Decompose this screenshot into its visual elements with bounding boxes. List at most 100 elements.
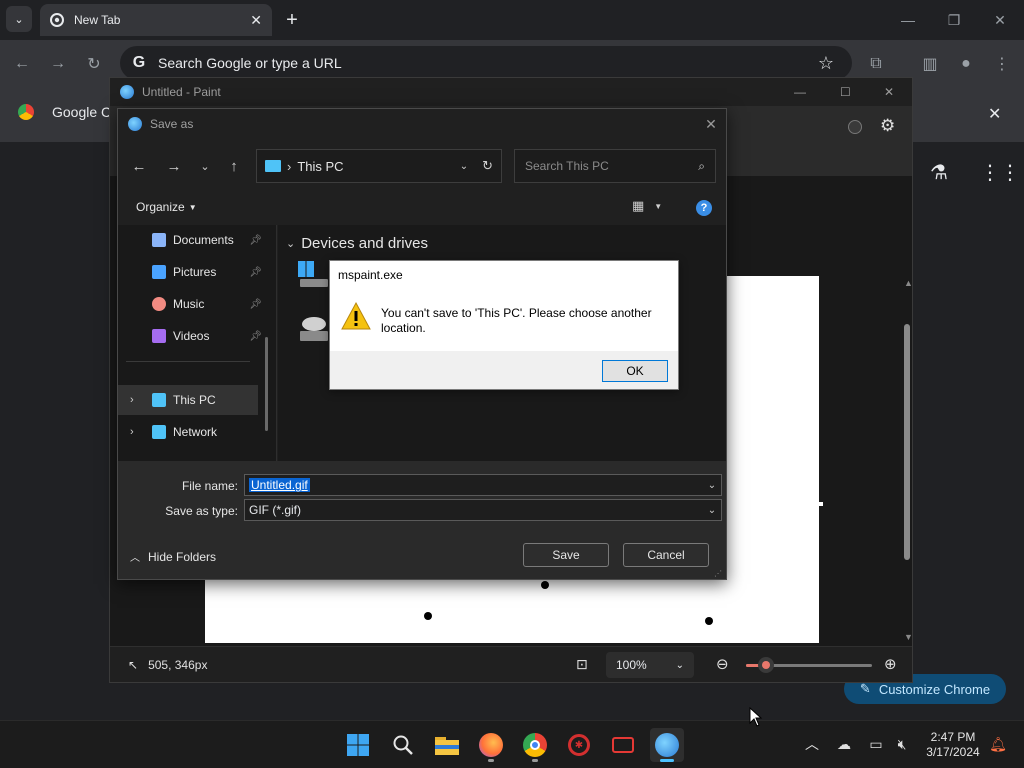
volume-muted-icon[interactable]: 🔇︎ [892, 734, 912, 754]
dvd-drive-icon[interactable] [298, 317, 328, 343]
hide-folders-button[interactable]: ︿ Hide Folders [130, 549, 217, 565]
minimize-icon[interactable]: — [898, 10, 918, 30]
tab-close-icon[interactable]: ✕ [250, 12, 262, 29]
chevron-right-icon[interactable]: › [130, 426, 134, 438]
documents-icon [152, 233, 166, 247]
hide-folders-label: Hide Folders [148, 549, 217, 564]
tray-overflow-icon[interactable]: ︿ [802, 734, 822, 754]
pane-divider[interactable] [276, 225, 277, 461]
nav-item-music[interactable]: Music 📌︎ [118, 289, 268, 319]
chevron-down-icon[interactable]: ⌄ [703, 480, 721, 491]
restore-icon[interactable]: ❐ [944, 10, 964, 30]
zoom-out-icon[interactable]: ⊖ [716, 655, 729, 673]
ok-button[interactable]: OK [602, 360, 668, 382]
scroll-down-icon[interactable]: ▼ [904, 632, 913, 642]
chevron-down-icon: ⌄ [707, 504, 717, 516]
chrome-menu-icon[interactable]: ⋮ [990, 52, 1014, 76]
search-input[interactable]: Search This PC ⌕ [514, 149, 716, 183]
save-button[interactable]: Save [523, 543, 609, 567]
organize-button[interactable]: Organize ▼ [136, 200, 197, 214]
help-icon[interactable]: ? [696, 200, 712, 216]
back-icon[interactable]: ← [10, 52, 34, 76]
mouse-cursor-icon [749, 707, 763, 727]
labs-flask-icon[interactable]: ⚗ [930, 160, 948, 185]
save-as-close-icon[interactable]: ✕ [702, 115, 720, 133]
running-indicator [532, 759, 538, 762]
nav-item-videos[interactable]: Videos 📌︎ [118, 321, 268, 351]
onedrive-icon[interactable]: ☁ [834, 734, 854, 754]
sa-forward-icon[interactable]: → [163, 155, 185, 177]
file-name-input[interactable]: Untitled.gif ⌄ [244, 474, 722, 496]
computer-icon [265, 160, 281, 172]
chrome-button[interactable] [518, 728, 552, 762]
paint-settings-icon[interactable]: ⚙ [880, 116, 895, 136]
save-type-select[interactable]: GIF (*.gif) ⌄ [244, 499, 722, 521]
cancel-button[interactable]: Cancel [623, 543, 709, 567]
section-header-label: Devices and drives [301, 235, 428, 252]
scrollbar-thumb[interactable] [904, 324, 910, 560]
taskbar-search-button[interactable] [386, 728, 420, 762]
zoom-in-icon[interactable]: ⊕ [884, 655, 897, 673]
pencil-icon: ✎ [859, 681, 871, 696]
devices-drives-header[interactable]: ⌄ Devices and drives [286, 235, 428, 252]
omnibox[interactable]: G Search Google or type a URL ☆ [120, 46, 852, 80]
notification-bell-icon[interactable]: 🔔︎ [988, 734, 1008, 754]
side-panel-icon[interactable]: ▥ [918, 52, 942, 76]
nav-item-pictures[interactable]: Pictures 📌︎ [118, 257, 268, 287]
refresh-icon[interactable]: ↻ [482, 158, 493, 174]
firefox-button[interactable] [474, 728, 508, 762]
clock[interactable]: 2:47 PM 3/17/2024 [918, 730, 988, 760]
nav-item-this-pc[interactable]: › This PC [118, 385, 258, 415]
nav-item-documents[interactable]: Documents 📌︎ [118, 225, 268, 255]
close-window-icon[interactable]: ✕ [990, 10, 1010, 30]
address-bar[interactable]: › This PC ⌄ ↻ [256, 149, 502, 183]
fit-to-window-icon[interactable]: ⊡ [576, 656, 588, 673]
paint-close-icon[interactable]: ✕ [884, 85, 894, 99]
windows-drive-icon[interactable] [298, 261, 328, 287]
computer-icon [152, 393, 166, 407]
nav-item-label: Network [173, 425, 218, 439]
apps-grid-icon[interactable]: ⋮⋮ [980, 160, 1020, 185]
file-explorer-button[interactable] [430, 728, 464, 762]
view-options-button[interactable]: ▦ ▼ [632, 198, 662, 214]
scroll-up-icon[interactable]: ▲ [904, 278, 913, 288]
chrome-banner-item[interactable]: Google Ch [18, 104, 119, 120]
paint-maximize-icon[interactable]: ☐ [840, 85, 851, 99]
new-tab-button[interactable]: + [282, 8, 302, 32]
profile-icon[interactable]: ● [954, 52, 978, 76]
sa-back-icon[interactable]: ← [128, 155, 150, 177]
pin-icon: 📌︎ [249, 330, 262, 342]
screen-recorder-button[interactable] [606, 728, 640, 762]
sa-up-icon[interactable]: ↑ [223, 155, 245, 177]
network-status-icon[interactable]: ▭ [866, 734, 886, 754]
nav-item-label: Videos [173, 329, 210, 343]
nav-item-network[interactable]: › Network [118, 417, 268, 447]
sa-recent-icon[interactable]: ⌄ [194, 155, 216, 177]
paint-minimize-icon[interactable]: — [794, 85, 806, 99]
paint-titlebar: Untitled - Paint — ☐ ✕ [110, 78, 912, 106]
start-button[interactable] [341, 728, 375, 762]
extensions-icon[interactable]: ⧉ [864, 52, 888, 76]
bookmark-star-icon[interactable]: ☆ [818, 53, 834, 74]
reload-icon[interactable]: ↻ [82, 52, 106, 76]
nav-item-label: Pictures [173, 265, 217, 279]
tab-search-dropdown[interactable]: ⌄ [6, 6, 32, 32]
app-gear-button[interactable]: ✱ [562, 728, 596, 762]
zoom-level-select[interactable]: 100% ⌄ [606, 652, 694, 678]
zoom-slider-knob[interactable] [758, 657, 774, 673]
banner-close-icon[interactable]: ✕ [988, 104, 1001, 124]
paint-app-icon [128, 117, 142, 131]
paint-taskbar-button[interactable] [650, 728, 684, 762]
paint-vertical-scrollbar[interactable] [904, 288, 910, 634]
chevron-right-icon[interactable]: › [130, 394, 134, 406]
pin-icon: 📌︎ [249, 234, 262, 246]
chrome-tab[interactable]: New Tab ✕ [40, 4, 272, 36]
address-dropdown-icon[interactable]: ⌄ [460, 161, 468, 172]
paint-account-icon[interactable] [848, 120, 862, 134]
resize-grip-icon[interactable]: ⋰ [714, 569, 722, 578]
forward-icon[interactable]: → [46, 52, 70, 76]
google-icon: G [132, 54, 146, 71]
canvas-resize-handle[interactable] [819, 502, 823, 506]
canvas-dot [541, 581, 549, 589]
nav-pane-scrollbar[interactable] [265, 337, 268, 431]
